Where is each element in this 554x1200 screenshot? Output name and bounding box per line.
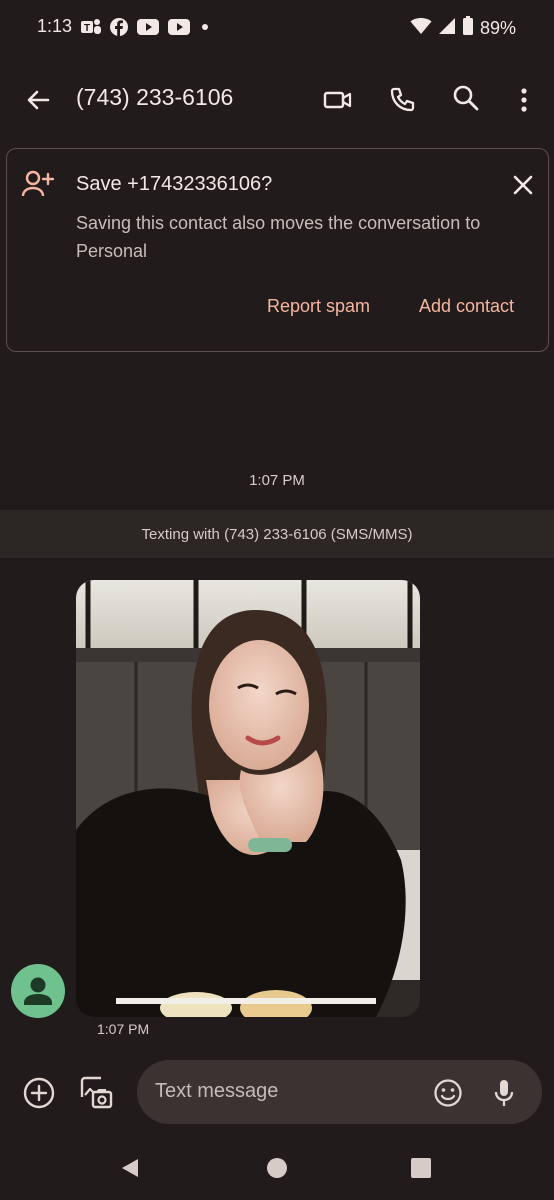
- add-person-icon: [21, 169, 55, 204]
- message-input[interactable]: Text message: [137, 1060, 542, 1124]
- teams-icon: T: [80, 17, 102, 37]
- gallery-camera-icon: [80, 1076, 113, 1109]
- microphone-icon: [494, 1080, 514, 1106]
- system-nav-bar: [0, 1140, 554, 1200]
- svg-text:T: T: [84, 23, 90, 34]
- nav-home-button[interactable]: [262, 1153, 292, 1183]
- video-call-button[interactable]: [318, 80, 358, 120]
- voice-input-button[interactable]: [487, 1076, 521, 1110]
- emoji-button[interactable]: [431, 1076, 465, 1110]
- battery-percent: 89%: [479, 18, 516, 38]
- save-card-description: Saving this contact also moves the conve…: [76, 213, 481, 261]
- youtube-icon: [167, 18, 191, 36]
- notification-icons: T: [80, 17, 212, 37]
- nav-recents-button[interactable]: [406, 1153, 436, 1183]
- emoji-icon: [434, 1079, 462, 1107]
- timestamp-header: 1:07 PM: [249, 472, 305, 489]
- youtube-icon: [136, 18, 160, 36]
- add-attachment-button[interactable]: [20, 1074, 58, 1112]
- close-icon: [513, 175, 533, 195]
- nav-recents-icon: [411, 1158, 431, 1178]
- status-bar: 1:13 T 89%: [0, 0, 554, 56]
- add-circle-icon: [23, 1077, 55, 1109]
- phone-icon: [390, 87, 415, 112]
- signal-icon: [438, 17, 456, 40]
- search-button[interactable]: [446, 78, 486, 118]
- add-contact-button[interactable]: Add contact: [419, 296, 514, 317]
- search-icon: [453, 85, 479, 111]
- report-spam-button[interactable]: Report spam: [267, 296, 370, 317]
- texting-with-banner: Texting with (743) 233-6106 (SMS/MMS): [0, 510, 554, 558]
- nav-home-icon: [267, 1158, 287, 1178]
- photo-image: [76, 580, 420, 1017]
- message-timestamp: 1:07 PM: [97, 1021, 150, 1037]
- back-arrow-icon: [27, 90, 50, 110]
- nav-back-button[interactable]: [115, 1153, 145, 1183]
- messages-screen: 1:13 T 89% (743) 233-6106 Save +17432336…: [0, 0, 554, 1200]
- status-time: 1:13: [37, 16, 73, 36]
- dismiss-card-button[interactable]: [507, 169, 539, 201]
- dot-icon: [198, 20, 212, 34]
- save-contact-card: Save +17432336106? Saving this contact a…: [6, 148, 549, 352]
- facebook-icon: [109, 17, 129, 37]
- wifi-icon: [410, 17, 432, 40]
- save-card-title: Save +17432336106?: [76, 173, 273, 195]
- status-right: 89%: [410, 16, 516, 41]
- more-vert-icon: [521, 88, 527, 112]
- message-input-placeholder: Text message: [155, 1080, 279, 1102]
- person-icon: [24, 977, 52, 1005]
- more-options-button[interactable]: [508, 80, 540, 120]
- gallery-button[interactable]: [76, 1072, 116, 1112]
- received-photo-message[interactable]: [76, 580, 420, 1017]
- nav-back-icon: [122, 1159, 138, 1177]
- battery-icon: [462, 16, 474, 41]
- call-button[interactable]: [382, 80, 422, 120]
- video-call-icon: [323, 91, 352, 109]
- conversation-title[interactable]: (743) 233-6106: [76, 84, 233, 111]
- app-bar: (743) 233-6106: [0, 70, 554, 128]
- back-button[interactable]: [18, 80, 58, 120]
- texting-with-label: Texting with (743) 233-6106 (SMS/MMS): [141, 525, 413, 543]
- sender-avatar[interactable]: [11, 964, 65, 1018]
